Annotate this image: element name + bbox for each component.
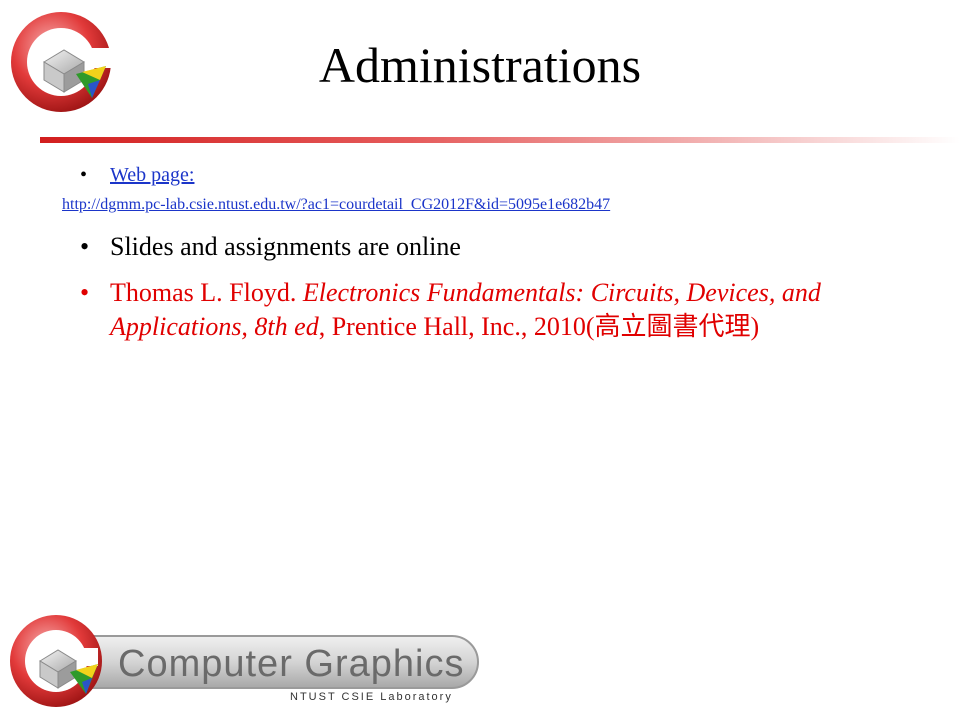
book-close-paren: ) [750,312,760,341]
bullet-dot: • [80,232,90,261]
url-row: http://dgmm.pc-lab.csie.ntust.edu.tw/?ac… [62,194,940,216]
bullet-slides: • Slides and assignments are online [80,230,940,264]
bullet-dot: • [80,164,88,186]
bullet-web-page: • Web page: [80,160,940,190]
book-author: Thomas L. Floyd. [110,278,303,307]
logo-text: Computer Graphics [118,643,465,685]
slide-content: • Web page: http://dgmm.pc-lab.csie.ntus… [62,160,940,344]
slide-title: Administrations [318,37,642,93]
book-publisher: , Prentice Hall, Inc., 2010( [318,312,595,341]
bullet-textbook: • Thomas L. Floyd. Electronics Fundament… [80,276,940,344]
course-url-link[interactable]: http://dgmm.pc-lab.csie.ntust.edu.tw/?ac… [62,196,610,213]
slides-text: Slides and assignments are online [110,232,461,261]
book-distributor: 高立圖書代理 [594,312,751,342]
bullet-dot: • [80,278,90,307]
web-page-link[interactable]: Web page: [110,164,194,186]
logo-subtext: NTUST CSIE Laboratory [290,691,453,703]
title-divider [40,137,960,143]
